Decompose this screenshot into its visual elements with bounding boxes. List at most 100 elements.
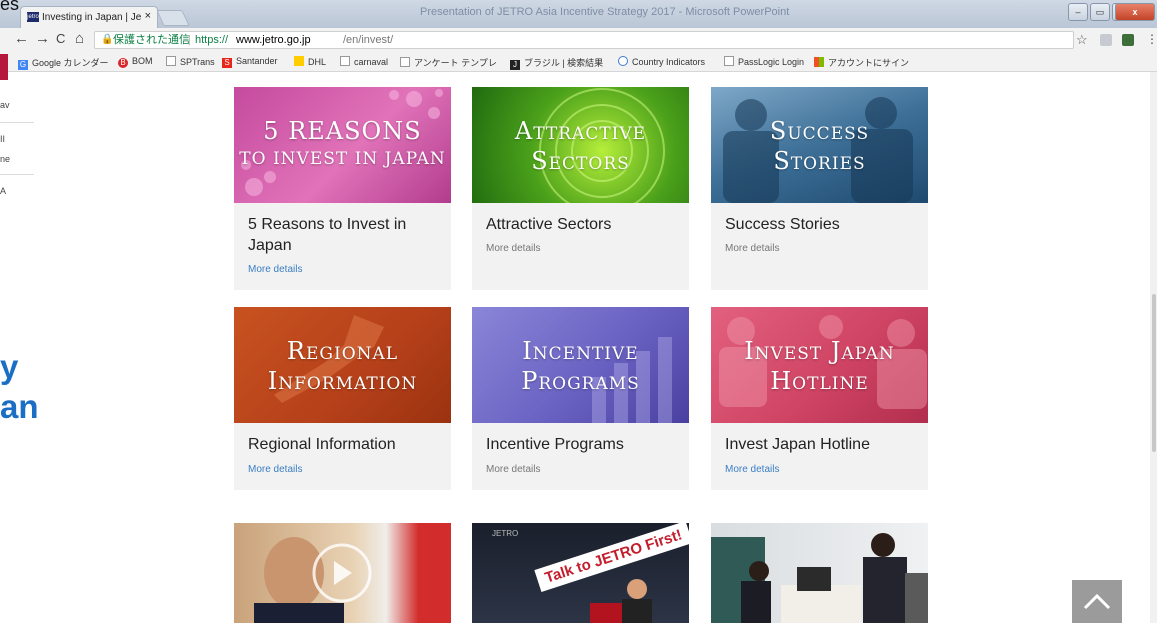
- bom-icon: B: [118, 58, 128, 68]
- extension-icon[interactable]: [1100, 34, 1112, 46]
- card-title[interactable]: Invest Japan Hotline: [725, 434, 915, 455]
- banner-regional-information[interactable]: Regional Information: [234, 307, 451, 423]
- left-heading-fragment: an: [0, 388, 39, 425]
- banner-5-reasons[interactable]: 5 REASONS TO INVEST IN JAPAN: [234, 87, 451, 203]
- japan-map-icon: [274, 315, 384, 403]
- divider: [0, 122, 34, 123]
- banner-line: Hotline: [770, 367, 869, 395]
- bookmark-carnaval[interactable]: carnaval: [340, 56, 388, 67]
- toolbar: ← → C ⌂ 🔒 保護された通信 | https:// www.jetro.g…: [0, 28, 1157, 52]
- call-center-icon: [719, 315, 927, 409]
- bookmark-country-indicators[interactable]: Country Indicators: [618, 56, 705, 67]
- forward-icon[interactable]: →: [35, 30, 50, 47]
- url-path: /en/invest/: [343, 34, 394, 46]
- banner-line: Attractive: [514, 117, 647, 145]
- url-protocol: https://: [195, 34, 229, 46]
- banner-success-stories[interactable]: Success Stories: [711, 87, 928, 203]
- reload-icon[interactable]: C: [56, 31, 65, 46]
- banner-incentive-programs[interactable]: Incentive Programs: [472, 307, 689, 423]
- scrollbar-thumb[interactable]: [1152, 294, 1156, 452]
- extension-icon[interactable]: [1122, 34, 1134, 46]
- card-title[interactable]: Attractive Sectors: [486, 214, 676, 235]
- bookmark-santander[interactable]: S Santander: [222, 56, 278, 68]
- presenter-icon: [590, 579, 652, 623]
- banner-line: Sectors: [531, 147, 630, 175]
- browser-tab[interactable]: jetro Investing in Japan | Je ×: [20, 6, 158, 28]
- play-icon[interactable]: [334, 561, 352, 585]
- scroll-to-top-button[interactable]: [1072, 580, 1122, 623]
- event-photo[interactable]: Talk to JETRO First! JETRO: [472, 523, 689, 623]
- left-snippet: II: [0, 134, 6, 144]
- bookmarks-bar: G Google カレンダー B BOM SPTrans S Santander DH…: [0, 52, 1157, 72]
- home-icon[interactable]: ⌂: [75, 30, 84, 47]
- banner-invest-japan-hotline[interactable]: Invest Japan Hotline: [711, 307, 928, 423]
- card-5-reasons[interactable]: 5 REASONS TO INVEST IN JAPAN 5 Reasons t…: [234, 87, 451, 290]
- more-details-link[interactable]: More details: [248, 464, 302, 475]
- banner-attractive-sectors[interactable]: Attractive Sectors: [472, 87, 689, 203]
- close-window-button[interactable]: x: [1115, 3, 1155, 21]
- circle-icon: [618, 56, 628, 66]
- minimize-button[interactable]: –: [1068, 3, 1088, 21]
- card-title[interactable]: Regional Information: [248, 434, 438, 455]
- card-regional-information[interactable]: Regional Information Regional Informatio…: [234, 307, 451, 490]
- lock-icon: 🔒: [101, 34, 114, 45]
- more-details-link[interactable]: More details: [725, 464, 779, 475]
- new-tab-button[interactable]: [156, 10, 190, 26]
- microsoft-icon: [814, 57, 824, 67]
- stray-text: es: [0, 0, 20, 14]
- more-details-link[interactable]: More details: [725, 243, 779, 254]
- title-bar: es Presentation of JETRO Asia Incentive …: [0, 0, 1157, 28]
- card-title[interactable]: 5 Reasons to Invest in Japan: [248, 214, 438, 256]
- page-icon: [724, 56, 734, 66]
- more-details-link[interactable]: More details: [248, 264, 302, 275]
- bookmark-microsoft-signin[interactable]: アカウントにサイン: [814, 56, 909, 69]
- card-attractive-sectors[interactable]: Attractive Sectors Attractive Sectors Mo…: [472, 87, 689, 290]
- tab-close-icon[interactable]: ×: [145, 10, 151, 22]
- banner-line: Programs: [521, 367, 640, 395]
- left-brand-bar: [0, 54, 8, 80]
- page-content: av II ne A y an 5 REASONS TO INVEST IN J…: [0, 54, 1157, 623]
- card-title[interactable]: Incentive Programs: [486, 434, 676, 455]
- page-icon: [340, 56, 350, 66]
- tab-title: Investing in Japan | Je: [42, 12, 142, 23]
- banner-line: Success: [769, 117, 870, 145]
- url-bar[interactable]: 🔒 保護された通信 | https:// www.jetro.go.jp /en…: [94, 31, 1074, 49]
- card-success-stories[interactable]: Success Stories Success Stories More det…: [711, 87, 928, 290]
- dhl-icon: [294, 56, 304, 66]
- restore-button[interactable]: ▭: [1090, 3, 1110, 21]
- bookmark-brazil-search[interactable]: J ブラジル | 検索結果: [510, 56, 603, 70]
- bookmark-sptrans[interactable]: SPTrans: [166, 56, 215, 67]
- jb-icon: J: [510, 60, 520, 70]
- chevron-up-icon: [1083, 593, 1111, 610]
- card-invest-japan-hotline[interactable]: Invest Japan Hotline Invest Japan Hotlin…: [711, 307, 928, 490]
- bookmark-survey-template[interactable]: アンケート テンプレ: [400, 56, 497, 69]
- back-icon[interactable]: ←: [14, 30, 29, 47]
- secure-label: 保護された通信: [113, 34, 190, 46]
- bookmark-google-calendar[interactable]: G Google カレンダー: [18, 56, 109, 70]
- bookmark-star-icon[interactable]: ☆: [1076, 32, 1088, 48]
- menu-icon[interactable]: ⋮: [1146, 32, 1157, 46]
- left-heading-fragment: y: [0, 348, 19, 385]
- url-host: www.jetro.go.jp: [236, 34, 311, 46]
- card-title[interactable]: Success Stories: [725, 214, 915, 235]
- swirl-graphic-icon: [539, 88, 665, 203]
- bar-graph-icon: [592, 337, 672, 423]
- jetro-favicon-icon: jetro: [27, 12, 39, 22]
- left-snippet: A: [0, 186, 7, 196]
- more-details-link[interactable]: More details: [486, 243, 540, 254]
- bookmark-dhl[interactable]: DHL: [294, 56, 326, 67]
- bookmark-passlogic[interactable]: PassLogic Login: [724, 56, 804, 67]
- banner-line: TO INVEST IN JAPAN: [239, 149, 446, 169]
- banner-line: Regional: [286, 337, 399, 365]
- office-people-icon: [711, 533, 928, 623]
- banner-line: Incentive: [522, 337, 639, 365]
- browser-window: es Presentation of JETRO Asia Incentive …: [0, 0, 1157, 623]
- background-window-title: Presentation of JETRO Asia Incentive Str…: [420, 6, 790, 18]
- video-thumbnail[interactable]: [234, 523, 451, 623]
- google-icon: G: [18, 60, 28, 70]
- office-photo[interactable]: [711, 523, 928, 623]
- cherry-blossom-icon: [241, 89, 443, 196]
- bookmark-bom[interactable]: B BOM: [118, 56, 153, 68]
- more-details-link[interactable]: More details: [486, 464, 540, 475]
- card-incentive-programs[interactable]: Incentive Programs Incentive Programs Mo…: [472, 307, 689, 490]
